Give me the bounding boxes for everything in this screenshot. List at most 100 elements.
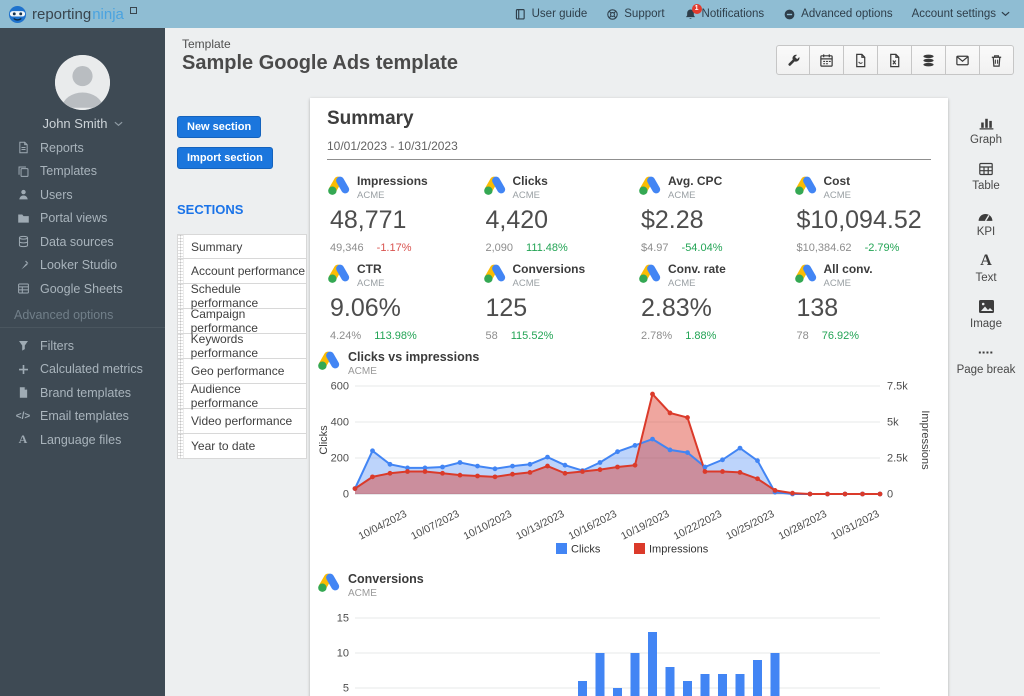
section-item-year-to-date[interactable]: Year to date — [177, 434, 307, 459]
sidebar-item-calculated-metrics[interactable]: Calculated metrics — [0, 358, 165, 382]
schedule-calendar-button[interactable] — [810, 45, 844, 75]
sidebar-item-filters[interactable]: Filters — [0, 334, 165, 358]
account-settings-label: Account settings — [912, 8, 996, 20]
sidebar-item-language-files[interactable]: A Language files — [0, 428, 165, 452]
kpi-clicks[interactable]: ClicksACME 4,420 2,090111.48% — [474, 166, 630, 254]
section-item-video-performance[interactable]: Video performance — [177, 409, 307, 434]
kpi-previous-value: 2.78% — [641, 330, 672, 342]
kpi-conv-rate[interactable]: Conv. rateACME 2.83% 2.78%1.88% — [629, 254, 785, 342]
sidebar-item-reports[interactable]: Reports — [0, 136, 165, 160]
kpi-all-conv[interactable]: All conv.ACME 138 7876.92% — [785, 254, 941, 342]
drag-handle[interactable] — [178, 235, 184, 258]
sidebar-item-looker-studio[interactable]: Looker Studio — [0, 254, 165, 278]
file-excel-icon — [887, 53, 902, 68]
kpi-previous-value: $10,384.62 — [797, 242, 852, 254]
import-section-button[interactable]: Import section — [177, 147, 273, 169]
user-guide-link[interactable]: User guide — [514, 8, 588, 21]
palette-item-label: Table — [972, 180, 1000, 192]
kpi-grid: ImpressionsACME 48,771 49,346-1.17% Clic… — [318, 166, 940, 342]
section-item-keywords-performance[interactable]: Keywords performance — [177, 334, 307, 359]
drag-handle[interactable] — [178, 384, 184, 408]
kpi-ctr[interactable]: CTRACME 9.06% 4.24%113.98% — [318, 254, 474, 342]
kpi-avg-cpc[interactable]: Avg. CPCACME $2.28 $4.97-54.04% — [629, 166, 785, 254]
kpi-account: ACME — [668, 190, 722, 201]
user-menu[interactable]: John Smith — [0, 116, 165, 131]
kpi-delta: 76.92% — [822, 330, 859, 342]
kpi-account: ACME — [513, 190, 548, 201]
sidebar-item-brand-templates[interactable]: Brand templates — [0, 381, 165, 405]
kpi-conversions[interactable]: ConversionsACME 125 58115.52% — [474, 254, 630, 342]
svg-text:10/04/2023: 10/04/2023 — [357, 508, 409, 543]
section-item-account-performance[interactable]: Account performance — [177, 259, 307, 284]
palette-item-label: Page break — [957, 364, 1016, 376]
plus-icon — [16, 363, 30, 376]
kpi-delta: -54.04% — [682, 242, 723, 254]
drag-handle[interactable] — [178, 359, 184, 383]
sidebar-section-header: Advanced options — [14, 308, 113, 322]
envelope-icon — [955, 53, 970, 68]
sidebar: John Smith Reports Templates Users Porta… — [0, 28, 165, 696]
sidebar-item-label: Calculated metrics — [40, 362, 143, 376]
kpi-delta: 115.52% — [511, 330, 554, 342]
sidebar-item-portal-views[interactable]: Portal views — [0, 207, 165, 231]
section-item-audience-performance[interactable]: Audience performance — [177, 384, 307, 409]
notifications-label: Notifications — [702, 8, 765, 20]
section-item-schedule-performance[interactable]: Schedule performance — [177, 284, 307, 309]
svg-text:10/25/2023: 10/25/2023 — [724, 508, 776, 543]
conversions-widget-header[interactable]: Conversions ACME — [318, 572, 424, 599]
kpi-value: 2.83% — [641, 294, 783, 323]
drag-handle[interactable] — [178, 309, 184, 333]
kpi-cost[interactable]: CostACME $10,094.52 $10,384.62-2.79% — [785, 166, 941, 254]
kpi-delta: -1.17% — [377, 242, 412, 254]
drag-handle[interactable] — [178, 284, 184, 308]
section-item-campaign-performance[interactable]: Campaign performance — [177, 309, 307, 334]
support-link[interactable]: Support — [606, 8, 664, 21]
section-item-label: Summary — [191, 240, 242, 254]
section-item-label: Geo performance — [191, 364, 284, 378]
sidebar-item-label: Brand templates — [40, 386, 131, 400]
clicks-vs-impressions-widget-header[interactable]: Clicks vs impressions ACME — [318, 350, 479, 377]
calendar-icon — [819, 53, 834, 68]
avatar[interactable] — [55, 55, 110, 110]
export-excel-button[interactable] — [878, 45, 912, 75]
drag-handle[interactable] — [178, 259, 184, 283]
sidebar-item-google-sheets[interactable]: Google Sheets — [0, 277, 165, 301]
export-pdf-button[interactable] — [844, 45, 878, 75]
kpi-impressions[interactable]: ImpressionsACME 48,771 49,346-1.17% — [318, 166, 474, 254]
filter-icon — [16, 339, 30, 352]
sidebar-item-templates[interactable]: Templates — [0, 160, 165, 184]
new-section-button[interactable]: New section — [177, 116, 261, 138]
palette-item-text[interactable]: A Text — [975, 252, 996, 284]
palette-item-page-break[interactable]: ▪▪▪▪ Page break — [957, 344, 1016, 376]
sidebar-item-users[interactable]: Users — [0, 183, 165, 207]
settings-wrench-button[interactable] — [776, 45, 810, 75]
email-button[interactable] — [946, 45, 980, 75]
account-settings-menu[interactable]: Account settings — [912, 8, 1010, 20]
svg-text:0: 0 — [887, 489, 893, 501]
section-item-geo-performance[interactable]: Geo performance — [177, 359, 307, 384]
image-icon — [978, 298, 995, 315]
palette-item-image[interactable]: Image — [970, 298, 1002, 330]
sidebar-item-label: Language files — [40, 433, 121, 447]
drag-handle[interactable] — [178, 434, 184, 458]
google-ads-icon — [639, 263, 661, 288]
brand-ext-icon — [130, 7, 137, 14]
kpi-value: 48,771 — [330, 206, 472, 235]
svg-text:10/22/2023: 10/22/2023 — [672, 508, 724, 543]
notifications-link[interactable]: 1 Notifications — [684, 8, 765, 21]
palette-item-table[interactable]: Table — [972, 160, 1000, 192]
kpi-value: $2.28 — [641, 206, 783, 235]
drag-handle[interactable] — [178, 409, 184, 433]
palette-item-graph[interactable]: Graph — [970, 114, 1002, 146]
svg-text:200: 200 — [331, 453, 349, 465]
delete-button[interactable] — [980, 45, 1014, 75]
sidebar-item-data-sources[interactable]: Data sources — [0, 230, 165, 254]
svg-text:10/07/2023: 10/07/2023 — [409, 508, 461, 543]
drag-handle[interactable] — [178, 334, 184, 358]
sidebar-item-email-templates[interactable]: </> Email templates — [0, 405, 165, 429]
palette-item-kpi[interactable]: KPI — [977, 206, 996, 238]
advanced-options-link[interactable]: Advanced options — [783, 8, 892, 21]
brand-logo[interactable]: reporting ninja — [0, 5, 137, 24]
data-refresh-button[interactable] — [912, 45, 946, 75]
section-item-summary[interactable]: Summary — [177, 234, 307, 259]
